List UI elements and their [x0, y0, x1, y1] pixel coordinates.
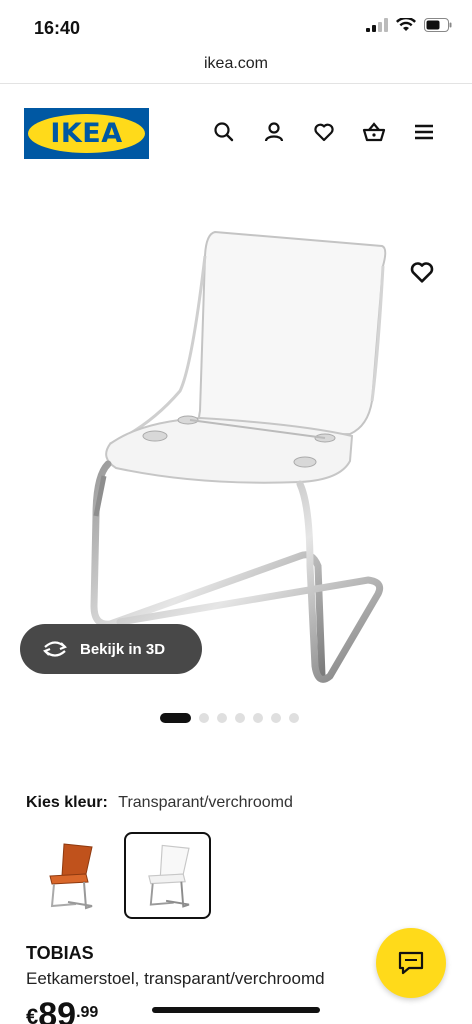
address-bar[interactable]: ikea.com [0, 50, 472, 84]
view-in-3d-button[interactable]: Bekijk in 3D [20, 624, 202, 674]
color-swatch-orange[interactable] [26, 832, 113, 919]
logo-text: IKEA [50, 118, 123, 149]
product-name: TOBIAS [26, 943, 94, 963]
color-selector-label: Kies kleur: Transparant/verchroomd [26, 794, 293, 812]
product-description: Eetkamerstoel, transparant/verchroomd [26, 969, 325, 988]
wishlist-heart-icon[interactable] [408, 258, 436, 286]
url-text: ikea.com [203, 55, 269, 72]
home-indicator[interactable] [152, 1007, 320, 1013]
gallery-pagination [160, 713, 299, 723]
price-currency: € [26, 1004, 39, 1024]
color-swatch-transparent[interactable] [124, 832, 211, 919]
battery-icon [424, 18, 452, 32]
header-actions [212, 120, 436, 144]
basket-icon[interactable] [362, 120, 386, 144]
rotate-3d-icon [43, 641, 67, 657]
menu-icon[interactable] [412, 120, 436, 144]
gallery-dot[interactable] [199, 713, 209, 723]
gallery-dot-active[interactable] [160, 713, 191, 723]
price-integer: 89 [38, 996, 77, 1024]
ikea-logo[interactable]: IKEA [24, 108, 149, 159]
wifi-icon [396, 18, 416, 31]
transparent-chair-thumbnail [148, 844, 190, 908]
status-time: 16:40 [34, 18, 81, 38]
orange-chair-thumbnail [49, 843, 93, 910]
site-header: IKEA [0, 84, 472, 180]
chat-button[interactable] [376, 928, 446, 998]
gallery-dot[interactable] [235, 713, 245, 723]
search-icon[interactable] [212, 120, 236, 144]
view-in-3d-label: Bekijk in 3D [80, 640, 166, 658]
gallery-dot[interactable] [271, 713, 281, 723]
heart-icon[interactable] [312, 120, 336, 144]
product-price: € 89 .99 [26, 998, 98, 1024]
user-icon[interactable] [262, 120, 286, 144]
status-icons [366, 18, 452, 32]
price-decimal: .99 [76, 1004, 99, 1021]
gallery-dot[interactable] [217, 713, 227, 723]
color-label: Kies kleur: [26, 794, 108, 811]
gallery-dot[interactable] [253, 713, 263, 723]
signal-icon [366, 18, 388, 32]
logo-oval: IKEA [28, 114, 145, 153]
status-bar: 16:40 [0, 0, 472, 50]
selected-color-value: Transparant/verchroomd [118, 794, 293, 811]
gallery-dot[interactable] [289, 713, 299, 723]
chat-icon [398, 951, 424, 975]
